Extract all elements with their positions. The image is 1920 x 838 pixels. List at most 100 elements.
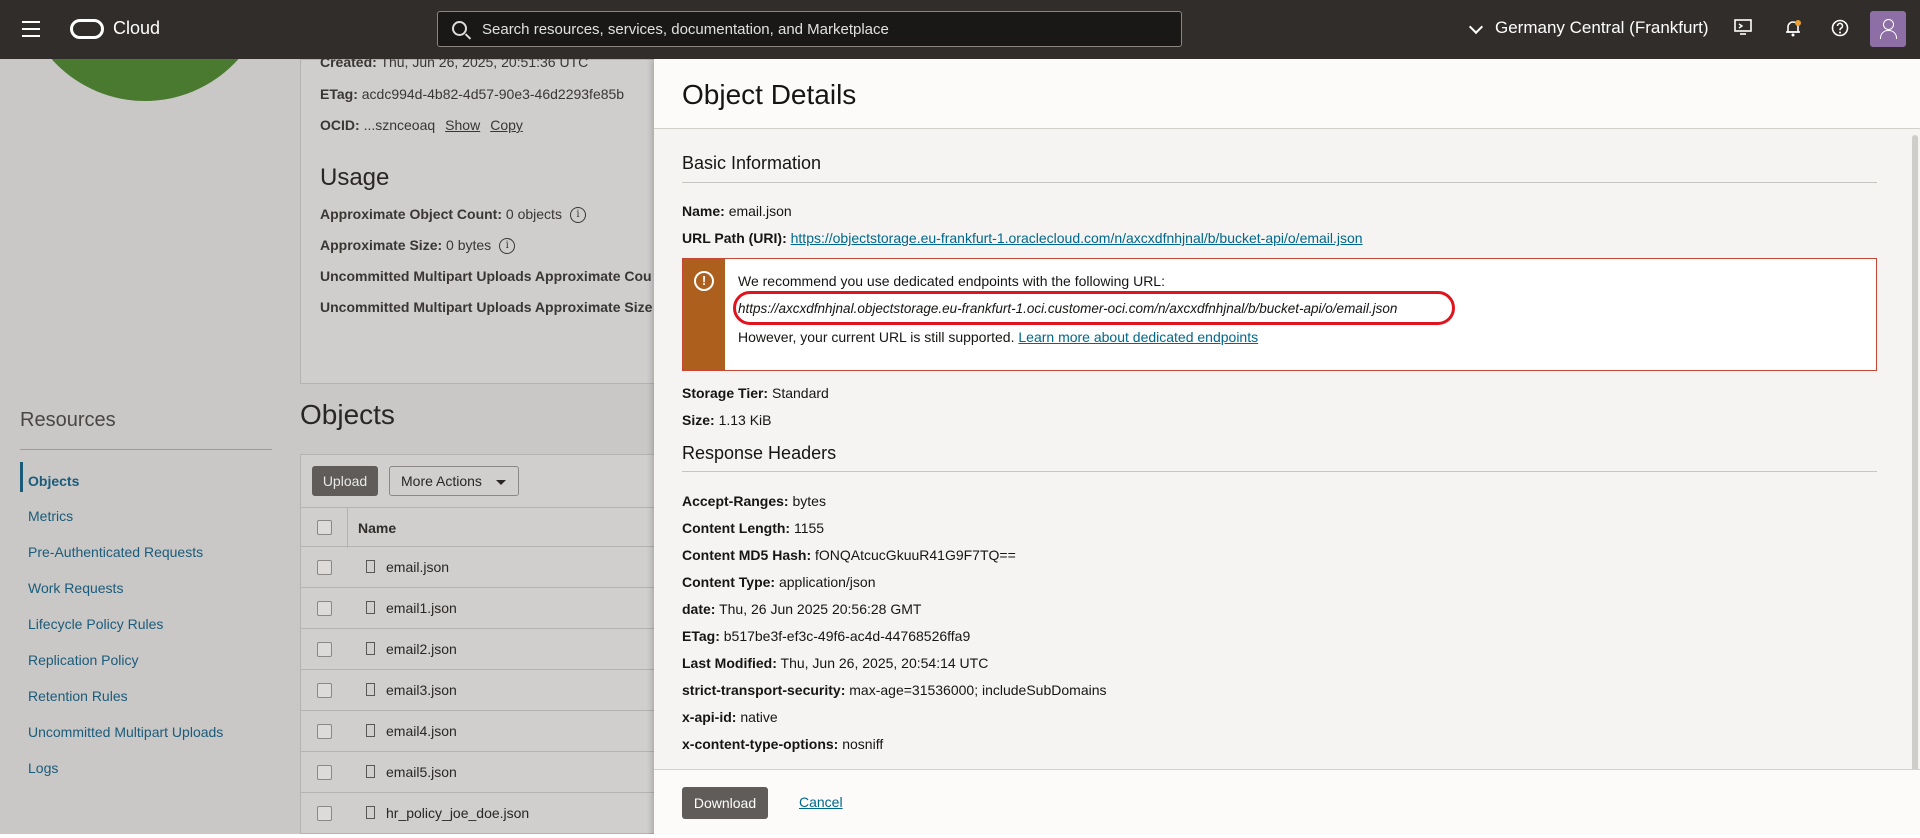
name-column-header[interactable]: Name xyxy=(358,520,396,536)
resource-link-metrics[interactable]: Metrics xyxy=(28,508,73,524)
file-name[interactable]: email2.json xyxy=(386,641,457,657)
top-navigation-bar: Cloud Search resources, services, docume… xyxy=(0,0,1920,59)
url-path-row: URL Path (URI): https://objectstorage.eu… xyxy=(682,230,1363,246)
size-row: Size: 1.13 KiB xyxy=(682,412,772,428)
divider xyxy=(20,449,272,450)
file-icon xyxy=(366,765,375,778)
region-selector[interactable]: Germany Central (Frankfurt) xyxy=(1495,18,1709,38)
header-row: Last Modified: Thu, Jun 26, 2025, 20:54:… xyxy=(682,655,989,671)
panel-scrollbar[interactable] xyxy=(1912,135,1918,775)
table-row: email4.json xyxy=(301,711,654,752)
show-ocid-link[interactable]: Show xyxy=(445,117,480,133)
header-row: x-api-id: native xyxy=(682,709,778,725)
panel-header: Object Details xyxy=(654,59,1920,129)
upload-button[interactable]: Upload xyxy=(312,466,378,496)
resource-link-objects[interactable]: Objects xyxy=(28,473,79,489)
uncommitted-size-row: Uncommitted Multipart Uploads Approximat… xyxy=(320,299,653,315)
notice-support-text: However, your current URL is still suppo… xyxy=(738,329,1259,345)
table-header: Name xyxy=(301,507,654,548)
cancel-link[interactable]: Cancel xyxy=(799,794,843,810)
header-row: strict-transport-security: max-age=31536… xyxy=(682,682,1107,698)
header-row: Content Length: 1155 xyxy=(682,520,825,536)
resource-link-logs[interactable]: Logs xyxy=(28,760,58,776)
caret-down-icon xyxy=(496,480,506,485)
search-input[interactable]: Search resources, services, documentatio… xyxy=(437,11,1182,47)
basic-information-heading: Basic Information xyxy=(682,153,822,173)
divider xyxy=(682,182,1877,183)
object-details-panel: Object Details Basic Information Name: e… xyxy=(654,59,1920,838)
header-row: Content Type: application/json xyxy=(682,574,876,590)
select-all-checkbox[interactable] xyxy=(317,520,332,535)
brand-name[interactable]: Cloud xyxy=(113,18,160,39)
file-name[interactable]: email1.json xyxy=(386,600,457,616)
chevron-down-icon[interactable] xyxy=(1468,19,1484,35)
header-row: ETag: b517be3f-ef3c-49f6-ac4d-44768526ff… xyxy=(682,628,971,644)
copy-ocid-link[interactable]: Copy xyxy=(490,117,523,133)
row-checkbox[interactable] xyxy=(317,683,332,698)
active-indicator xyxy=(20,462,23,492)
user-avatar[interactable] xyxy=(1870,11,1906,47)
row-checkbox[interactable] xyxy=(317,560,332,575)
notice-text: We recommend you use dedicated endpoints… xyxy=(738,273,1165,289)
table-row: email1.json xyxy=(301,588,654,629)
menu-icon[interactable] xyxy=(22,21,40,37)
resource-link-work-requests[interactable]: Work Requests xyxy=(28,580,123,596)
download-button[interactable]: Download xyxy=(682,787,768,819)
dedicated-endpoint-notice: ! We recommend you use dedicated endpoin… xyxy=(682,258,1877,371)
header-row: Accept-Ranges: bytes xyxy=(682,493,826,509)
file-icon xyxy=(366,683,375,696)
bell-icon[interactable] xyxy=(1783,19,1803,39)
header-row: x-content-type-options: nosniff xyxy=(682,736,884,752)
help-icon[interactable] xyxy=(1830,19,1850,39)
more-actions-button[interactable]: More Actions xyxy=(389,466,519,496)
row-checkbox[interactable] xyxy=(317,765,332,780)
file-name[interactable]: email.json xyxy=(386,559,449,575)
panel-footer: Download Cancel xyxy=(654,769,1920,838)
table-row: email5.json xyxy=(301,752,654,793)
dedicated-endpoint-url[interactable]: https://axcxdfnhjnal.objectstorage.eu-fr… xyxy=(738,301,1397,316)
cloud-shell-icon[interactable] xyxy=(1733,19,1753,39)
resources-heading: Resources xyxy=(20,409,116,431)
uncommitted-count-row: Uncommitted Multipart Uploads Approximat… xyxy=(320,268,652,284)
approx-size-row: Approximate Size: 0 bytes i xyxy=(320,237,516,255)
panel-title: Object Details xyxy=(682,79,857,110)
usage-heading: Usage xyxy=(320,164,390,191)
header-row: Content MD5 Hash: fONQAtcucGkuuR41G9F7TQ… xyxy=(682,547,1016,563)
resource-link-lifecycle-policy-rules[interactable]: Lifecycle Policy Rules xyxy=(28,616,163,632)
learn-more-link[interactable]: Learn more about dedicated endpoints xyxy=(1018,329,1258,345)
file-name[interactable]: email5.json xyxy=(386,764,457,780)
row-checkbox[interactable] xyxy=(317,724,332,739)
resource-link-pre-authenticated-requests[interactable]: Pre-Authenticated Requests xyxy=(28,544,203,560)
response-headers-heading: Response Headers xyxy=(682,443,837,463)
storage-tier-row: Storage Tier: Standard xyxy=(682,385,829,401)
info-icon[interactable]: i xyxy=(499,238,516,255)
table-row: email.json xyxy=(301,547,654,588)
info-icon[interactable]: i xyxy=(569,207,586,224)
etag-row: ETag: acdc994d-4b82-4d57-90e3-46d2293fe8… xyxy=(320,86,625,102)
file-icon xyxy=(366,560,375,573)
resource-link-retention-rules[interactable]: Retention Rules xyxy=(28,688,128,704)
file-icon xyxy=(366,601,375,614)
table-row: email2.json xyxy=(301,629,654,670)
row-checkbox[interactable] xyxy=(317,642,332,657)
oracle-logo-icon[interactable] xyxy=(70,19,104,39)
file-icon xyxy=(366,724,375,737)
file-name[interactable]: email4.json xyxy=(386,723,457,739)
url-path-link[interactable]: https://objectstorage.eu-frankfurt-1.ora… xyxy=(791,230,1363,246)
ocid-row: OCID: ...sznceoaq Show Copy xyxy=(320,117,523,133)
file-name[interactable]: email3.json xyxy=(386,682,457,698)
row-checkbox[interactable] xyxy=(317,601,332,616)
resource-link-replication-policy[interactable]: Replication Policy xyxy=(28,652,139,668)
objects-heading: Objects xyxy=(300,399,395,430)
table-row: hr_policy_joe_doe.json xyxy=(301,793,654,834)
approx-count-row: Approximate Object Count: 0 objects i xyxy=(320,206,586,224)
file-icon xyxy=(366,806,375,819)
warning-icon: ! xyxy=(694,271,714,291)
file-icon xyxy=(366,642,375,655)
objects-table: Upload More Actions Name email.json emai… xyxy=(300,454,654,838)
name-row: Name: email.json xyxy=(682,203,792,219)
file-name[interactable]: hr_policy_joe_doe.json xyxy=(386,805,529,821)
resource-link-uncommitted-multipart-uploads[interactable]: Uncommitted Multipart Uploads xyxy=(28,724,223,740)
panel-body: Basic Information Name: email.json URL P… xyxy=(654,129,1920,769)
row-checkbox[interactable] xyxy=(317,806,332,821)
